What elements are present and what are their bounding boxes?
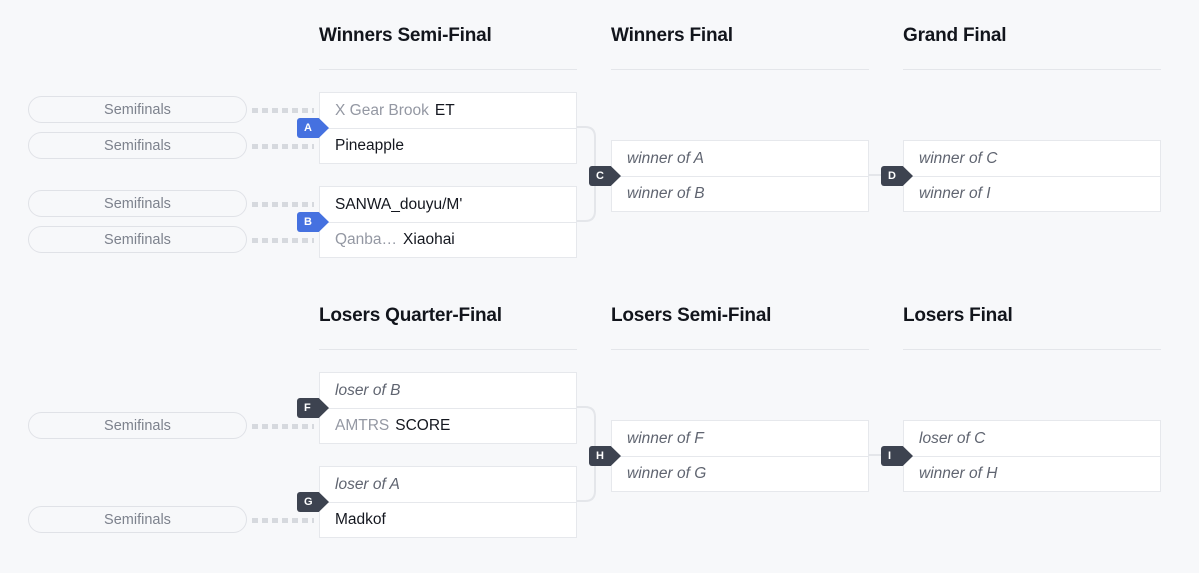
- round-title: Losers Final: [903, 305, 1013, 326]
- match-slot[interactable]: SANWA_douyu/M': [320, 187, 576, 222]
- round-divider: [611, 349, 869, 350]
- match-letter: C: [596, 170, 604, 182]
- competitor-name: winner of H: [919, 465, 998, 482]
- competitor-name: loser of B: [335, 381, 401, 399]
- seed-connector-b-bottom: [252, 238, 314, 243]
- seed-pill-label: Semifinals: [104, 417, 171, 434]
- match-letter: H: [596, 450, 604, 462]
- competitor-name: winner of C: [919, 149, 998, 167]
- competitor-name: SCORE: [395, 417, 451, 434]
- competitor-name: winner of G: [627, 465, 707, 482]
- match-box: loser of B AMTRS SCORE: [319, 372, 577, 444]
- round-title: Grand Final: [903, 25, 1007, 46]
- seed-pill-b-top[interactable]: Semifinals: [28, 190, 247, 217]
- match-h[interactable]: H winner of F winner of G: [589, 420, 869, 492]
- seed-connector-f-bottom: [252, 424, 314, 429]
- match-box: winner of A winner of B: [611, 140, 869, 212]
- match-box: X Gear Brook ET Pineapple: [319, 92, 577, 164]
- match-slot[interactable]: loser of B: [320, 373, 576, 408]
- competitor-name: loser of A: [335, 475, 400, 493]
- round-title: Losers Semi-Final: [611, 305, 772, 326]
- match-letter: D: [888, 170, 896, 182]
- match-slot[interactable]: loser of A: [320, 467, 576, 502]
- match-letter: I: [888, 450, 892, 462]
- match-slot[interactable]: X Gear Brook ET: [320, 93, 576, 128]
- match-slot[interactable]: winner of C: [904, 141, 1160, 176]
- seed-connector-a-top: [252, 108, 314, 113]
- match-slot[interactable]: Qanba… Xiaohai: [320, 222, 576, 257]
- round-divider: [319, 349, 577, 350]
- competitor-name: Xiaohai: [403, 231, 455, 248]
- seed-pill-label: Semifinals: [104, 101, 171, 118]
- seed-pill-a-bottom[interactable]: Semifinals: [28, 132, 247, 159]
- match-g[interactable]: G loser of A Madkof: [297, 466, 577, 538]
- match-slot[interactable]: winner of I: [904, 176, 1160, 211]
- round-header-winners-semi-final: Winners Semi-Final: [319, 24, 577, 70]
- match-slot[interactable]: Pineapple: [320, 128, 576, 163]
- competitor-name: Madkof: [335, 511, 386, 528]
- match-box: loser of C winner of H: [903, 420, 1161, 492]
- match-letter: B: [304, 216, 312, 228]
- match-box: loser of A Madkof: [319, 466, 577, 538]
- round-header-grand-final: Grand Final: [903, 24, 1161, 70]
- round-header-losers-final: Losers Final: [903, 304, 1161, 350]
- competitor-prefix: Qanba…: [335, 231, 398, 248]
- round-divider: [903, 69, 1161, 70]
- match-slot[interactable]: AMTRS SCORE: [320, 408, 576, 443]
- round-header-losers-semi-final: Losers Semi-Final: [611, 304, 869, 350]
- competitor-name: ET: [434, 101, 455, 119]
- match-b[interactable]: B SANWA_douyu/M' Qanba… Xiaohai: [297, 186, 577, 258]
- competitor-prefix: X Gear Brook: [335, 101, 429, 119]
- competitor-name: winner of F: [627, 429, 704, 447]
- match-letter: F: [304, 402, 311, 414]
- match-slot[interactable]: winner of F: [612, 421, 868, 456]
- seed-pill-label: Semifinals: [104, 137, 171, 154]
- match-box: winner of F winner of G: [611, 420, 869, 492]
- round-divider: [319, 69, 577, 70]
- double-elimination-bracket: Winners Semi-Final Winners Final Grand F…: [0, 0, 1199, 573]
- round-header-winners-final: Winners Final: [611, 24, 869, 70]
- seed-connector-a-bottom: [252, 144, 314, 149]
- match-slot[interactable]: winner of H: [904, 456, 1160, 491]
- round-header-losers-quarter-final: Losers Quarter-Final: [319, 304, 577, 350]
- competitor-name: winner of A: [627, 149, 704, 167]
- round-divider: [903, 349, 1161, 350]
- seed-pill-g-bottom[interactable]: Semifinals: [28, 506, 247, 533]
- seed-pill-label: Semifinals: [104, 231, 171, 248]
- competitor-name: winner of B: [627, 185, 705, 202]
- match-slot[interactable]: winner of B: [612, 176, 868, 211]
- seed-pill-a-top[interactable]: Semifinals: [28, 96, 247, 123]
- round-title: Winners Semi-Final: [319, 25, 492, 46]
- seed-connector-b-top: [252, 202, 314, 207]
- match-letter: A: [304, 122, 312, 134]
- match-f[interactable]: F loser of B AMTRS SCORE: [297, 372, 577, 444]
- competitor-name: winner of I: [919, 185, 991, 202]
- round-title: Losers Quarter-Final: [319, 305, 502, 326]
- match-letter: G: [304, 496, 313, 508]
- match-slot[interactable]: winner of A: [612, 141, 868, 176]
- match-box: SANWA_douyu/M' Qanba… Xiaohai: [319, 186, 577, 258]
- seed-pill-label: Semifinals: [104, 195, 171, 212]
- match-slot[interactable]: loser of C: [904, 421, 1160, 456]
- match-slot[interactable]: winner of G: [612, 456, 868, 491]
- competitor-name: SANWA_douyu/M': [335, 195, 463, 213]
- competitor-prefix: AMTRS: [335, 417, 390, 434]
- round-divider: [611, 69, 869, 70]
- match-i[interactable]: I loser of C winner of H: [881, 420, 1161, 492]
- seed-pill-label: Semifinals: [104, 511, 171, 528]
- seed-connector-g-bottom: [252, 518, 314, 523]
- seed-pill-f-bottom[interactable]: Semifinals: [28, 412, 247, 439]
- competitor-name: Pineapple: [335, 137, 404, 154]
- match-slot[interactable]: Madkof: [320, 502, 576, 537]
- match-box: winner of C winner of I: [903, 140, 1161, 212]
- match-a[interactable]: A X Gear Brook ET Pineapple: [297, 92, 577, 164]
- round-title: Winners Final: [611, 25, 733, 46]
- match-c[interactable]: C winner of A winner of B: [589, 140, 869, 212]
- competitor-name: loser of C: [919, 429, 986, 447]
- match-d[interactable]: D winner of C winner of I: [881, 140, 1161, 212]
- seed-pill-b-bottom[interactable]: Semifinals: [28, 226, 247, 253]
